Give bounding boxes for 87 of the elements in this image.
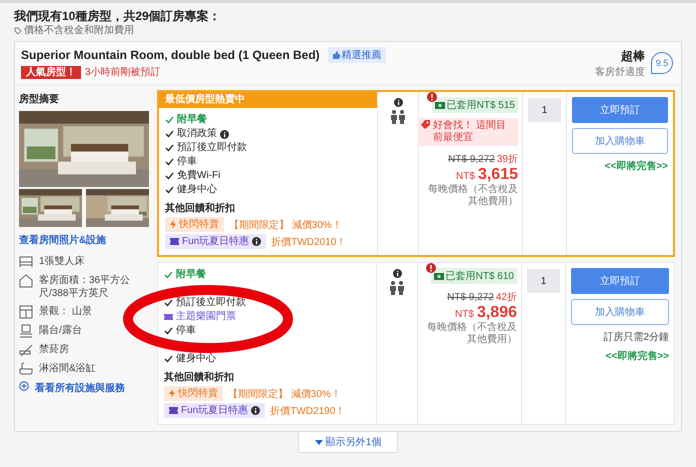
bathtub-icon [19,362,33,376]
money-icon [434,272,444,280]
lightning-icon [169,389,175,398]
caret-down-icon [314,440,323,444]
tag-icon [14,27,22,35]
discount-text: 39折 [496,153,518,166]
promo-tag-text: Fun玩夏日特惠 [182,235,250,248]
price-note: 每晚價格（不含稅及其他費用） [426,322,517,346]
currency: NT$ [455,309,474,320]
quantity-select[interactable]: 1 [528,98,561,122]
room-feature: 淋浴間&浴缸 [39,362,96,375]
discounts-title: 其他回饋和折扣 [165,202,236,215]
check-icon [164,271,173,279]
offer-feature: 附早餐 [176,268,206,282]
discount-text: 42折 [496,291,517,304]
rating-label: 客房舒適度 [595,66,645,78]
photos-link[interactable]: 查看房間照片&設施 [19,233,151,247]
add-to-cart-button[interactable]: 加入購物車 [572,128,668,154]
promo-tag-text: 快閃特賣 [179,218,219,231]
balcony-icon [19,324,33,338]
original-price: NT$ 9,272 [448,154,495,165]
offer-banner: 最低價房型熱賣中 [159,92,377,108]
offer-feature: 健身中心 [176,352,216,366]
offer-feature: 停車 [176,324,196,338]
discounts-title: 其他回饋和折扣 [164,370,235,384]
room-feature: 陽台/露台 [39,324,82,337]
rating-word: 超棒 [620,48,645,64]
lightning-icon [170,220,176,229]
promo-tag-text: 快閃特賣 [178,387,218,400]
room-name: Superior Mountain Room, double bed (1 Queen Bed) [21,48,320,62]
offer-feature: 預訂後立即付款 [177,141,247,155]
book-now-button[interactable]: 立即預訂 [572,97,668,123]
add-to-cart-button[interactable]: 加入購物車 [571,299,669,325]
two-people-icon [389,281,405,295]
info-icon [392,269,402,278]
summary-title: 房型摘要 [19,92,60,106]
price-note: 每晚價格（不含稅及其他費用） [427,184,518,208]
room-feature: 客房面積：36平方公尺/388平方英尺 [39,274,132,300]
no-smoking-icon [19,343,33,357]
urgency-text: 訂房只需2分鐘 [602,330,669,344]
check-icon [164,355,173,363]
money-icon [434,102,445,108]
plus-circle-icon [19,381,29,391]
promo-text: 折價TWD2190！ [270,404,346,418]
price: 3,896 [476,304,517,322]
deal-text: 好會找！ 這間目前最便宜 [433,120,507,144]
room-feature: 1張雙人床 [39,255,85,268]
offer-feature: 停車 [177,155,197,169]
promo-text: 【期間限定】 減價30%！ [228,388,341,400]
coupon-applied-badge: 已套用NT$ 610 [430,268,517,284]
offer-feature: 附早餐 [177,113,207,127]
recent-booking-text: 3小時前剛被預訂 [85,66,161,79]
ticket-icon [164,313,173,321]
selling-out-text: <<即將完售>> [604,349,669,363]
price: 3,615 [478,166,518,184]
quantity-select[interactable]: 1 [527,269,560,293]
promo-tag-text: Fun玩夏日特惠 [181,404,248,417]
check-icon [164,327,173,335]
two-people-icon [390,110,406,124]
ticket-icon [169,407,178,414]
recommended-badge: 精選推薦 [328,47,386,63]
coupon-applied-badge: 已套用NT$ 515 [432,97,518,113]
offer-feature: 主題樂園門票 [176,310,236,324]
offer-feature: 預訂後立即付款 [176,296,246,310]
room-feature: 景觀： 山景 [39,305,92,318]
all-facilities-link[interactable]: 看看所有設施與服務 [35,381,125,395]
offer-feature: 健身中心 [177,183,217,197]
thumbs-up-icon [332,51,340,59]
info-icon [394,98,402,107]
window-icon [19,305,33,319]
house-icon [19,274,33,288]
room-feature: 禁菸房 [39,343,69,356]
currency: NT$ [456,171,475,182]
original-price: NT$ 9,272 [447,292,494,303]
book-now-button[interactable]: 立即預訂 [571,268,669,294]
section-heading: 我們現有10種房型，共29個訂房專案： [14,8,221,24]
promo-text: 折價TWD2010！ [271,236,346,248]
offer-feature: 免費Wi-Fi [177,169,220,183]
show-more-button[interactable]: 顯示另外1個 [298,432,398,453]
ticket-icon [170,238,179,245]
score-badge: 9.5 [651,52,673,74]
selling-out-text: <<即將完售>> [604,159,668,173]
check-icon [164,299,173,307]
offer-feature: 取消政策 [177,127,217,141]
promo-text: 【期間限定】 減價30%！ [229,218,342,232]
popular-tag: 人氣房型！ [21,66,81,78]
price-note: 價格不含稅金和附加費用 [24,25,134,37]
